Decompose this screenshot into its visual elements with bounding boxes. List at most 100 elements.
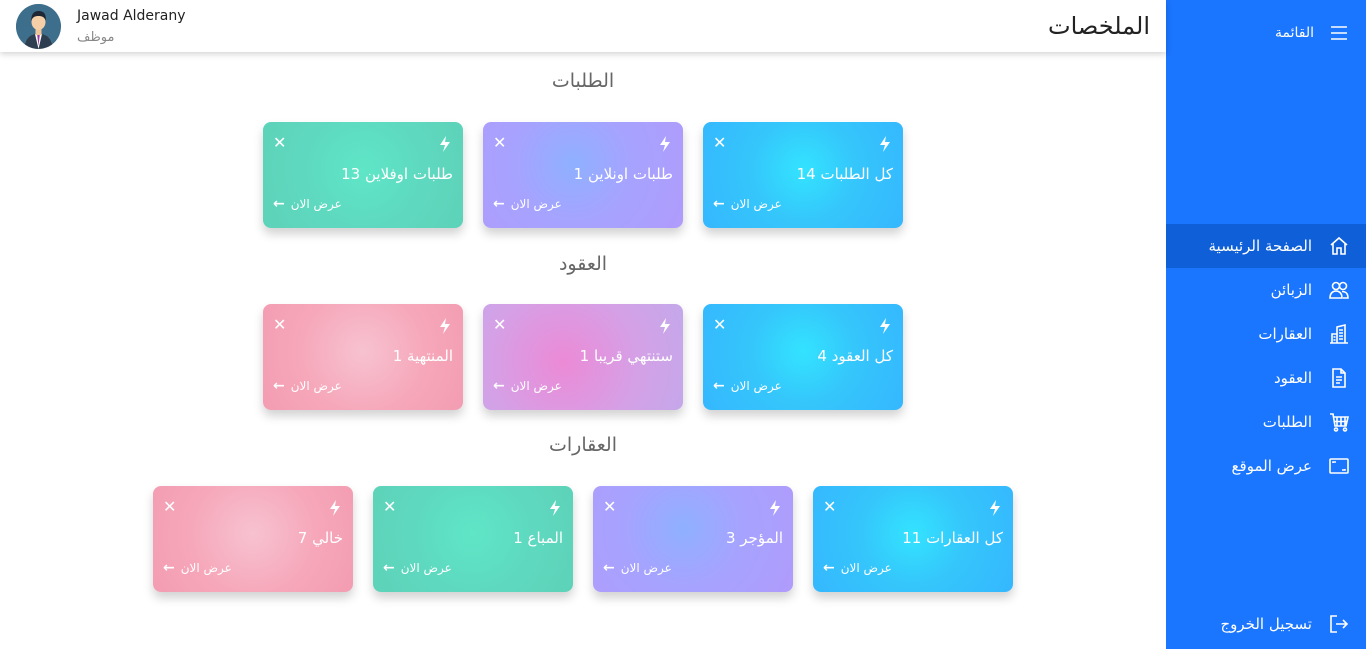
arrow-left-icon: ← bbox=[713, 196, 725, 212]
logout-icon bbox=[1328, 613, 1350, 635]
sidebar-item-label: عرض الموقع bbox=[1231, 457, 1312, 475]
sidebar-item-customers[interactable]: الزبائن bbox=[1166, 268, 1366, 312]
close-icon[interactable]: ✕ bbox=[493, 135, 506, 151]
view-now-label: عرض الان bbox=[510, 379, 562, 393]
bolt-icon bbox=[880, 318, 890, 334]
close-icon[interactable]: ✕ bbox=[823, 499, 836, 515]
user-avatar-icon bbox=[16, 4, 61, 49]
top-header: Jawad Alderany موظف الملخصات bbox=[0, 0, 1166, 52]
sidebar-item-label: الطلبات bbox=[1262, 413, 1312, 431]
close-icon[interactable]: ✕ bbox=[713, 317, 726, 333]
card-title: كل الطلبات 14 bbox=[796, 165, 893, 183]
view-now-label: عرض الان bbox=[180, 561, 232, 575]
view-now-link[interactable]: ← عرض الان bbox=[383, 560, 452, 576]
sidebar-item-label: الزبائن bbox=[1270, 281, 1312, 299]
logout-button[interactable]: تسجيل الخروج bbox=[1166, 602, 1366, 646]
sidebar-item-label: الصفحة الرئيسية bbox=[1208, 237, 1313, 255]
card-title: كل العقارات 11 bbox=[902, 529, 1003, 547]
view-now-label: عرض الان bbox=[290, 379, 342, 393]
view-now-label: عرض الان bbox=[730, 379, 782, 393]
view-now-link[interactable]: ← عرض الان bbox=[713, 196, 782, 212]
section-title-contracts: العقود bbox=[558, 253, 608, 275]
sidebar-item-orders[interactable]: الطلبات bbox=[1166, 400, 1366, 444]
monitor-icon bbox=[1328, 455, 1350, 477]
arrow-left-icon: ← bbox=[713, 378, 725, 394]
arrow-left-icon: ← bbox=[273, 378, 285, 394]
users-icon bbox=[1328, 279, 1350, 301]
logout-label: تسجيل الخروج bbox=[1220, 615, 1312, 633]
card-expiring-soon[interactable]: ✕ ستنتهي قريبا 1 ← عرض الان bbox=[483, 304, 683, 410]
close-icon[interactable]: ✕ bbox=[383, 499, 396, 515]
close-icon[interactable]: ✕ bbox=[163, 499, 176, 515]
card-rented[interactable]: ✕ المؤجر 3 ← عرض الان bbox=[593, 486, 793, 592]
building-icon bbox=[1328, 323, 1350, 345]
home-icon bbox=[1328, 235, 1350, 257]
bolt-icon bbox=[990, 500, 1000, 516]
view-now-label: عرض الان bbox=[620, 561, 672, 575]
bolt-icon bbox=[440, 318, 450, 334]
arrow-left-icon: ← bbox=[603, 560, 615, 576]
page-title: الملخصات bbox=[1047, 12, 1150, 40]
view-now-label: عرض الان bbox=[510, 197, 562, 211]
card-expired[interactable]: ✕ المنتهية 1 ← عرض الان bbox=[263, 304, 463, 410]
card-online-orders[interactable]: ✕ طلبات اونلاين 1 ← عرض الان bbox=[483, 122, 683, 228]
view-now-link[interactable]: ← عرض الان bbox=[823, 560, 892, 576]
view-now-label: عرض الان bbox=[400, 561, 452, 575]
close-icon[interactable]: ✕ bbox=[273, 135, 286, 151]
card-offline-orders[interactable]: ✕ طلبات اوفلاين 13 ← عرض الان bbox=[263, 122, 463, 228]
sidebar-item-label: العقود bbox=[1274, 369, 1312, 387]
card-title: طلبات اونلاين 1 bbox=[573, 165, 673, 183]
card-sold[interactable]: ✕ المباع 1 ← عرض الان bbox=[373, 486, 573, 592]
card-all-properties[interactable]: ✕ كل العقارات 11 ← عرض الان bbox=[813, 486, 1013, 592]
menu-label: القائمة bbox=[1275, 25, 1314, 41]
sidebar-item-contracts[interactable]: العقود bbox=[1166, 356, 1366, 400]
view-now-label: عرض الان bbox=[290, 197, 342, 211]
menu-toggle[interactable]: القائمة bbox=[1166, 20, 1366, 46]
view-now-link[interactable]: ← عرض الان bbox=[493, 196, 562, 212]
bolt-icon bbox=[880, 136, 890, 152]
bolt-icon bbox=[660, 136, 670, 152]
sidebar-item-view-site[interactable]: عرض الموقع bbox=[1166, 444, 1366, 488]
sidebar-item-home[interactable]: الصفحة الرئيسية bbox=[1166, 224, 1366, 268]
card-all-orders[interactable]: ✕ كل الطلبات 14 ← عرض الان bbox=[703, 122, 903, 228]
close-icon[interactable]: ✕ bbox=[493, 317, 506, 333]
view-now-link[interactable]: ← عرض الان bbox=[713, 378, 782, 394]
arrow-left-icon: ← bbox=[163, 560, 175, 576]
view-now-label: عرض الان bbox=[730, 197, 782, 211]
hamburger-icon bbox=[1328, 22, 1350, 44]
close-icon[interactable]: ✕ bbox=[273, 317, 286, 333]
arrow-left-icon: ← bbox=[493, 196, 505, 212]
view-now-link[interactable]: ← عرض الان bbox=[493, 378, 562, 394]
bolt-icon bbox=[550, 500, 560, 516]
bolt-icon bbox=[770, 500, 780, 516]
card-all-contracts[interactable]: ✕ كل العقود 4 ← عرض الان bbox=[703, 304, 903, 410]
card-title: طلبات اوفلاين 13 bbox=[341, 165, 453, 183]
card-title: خالي 7 bbox=[297, 529, 343, 547]
view-now-label: عرض الان bbox=[840, 561, 892, 575]
document-icon bbox=[1328, 367, 1350, 389]
card-title: المباع 1 bbox=[513, 529, 563, 547]
sidebar-item-label: العقارات bbox=[1258, 325, 1312, 343]
section-title-properties: العقارات bbox=[549, 434, 617, 456]
view-now-link[interactable]: ← عرض الان bbox=[273, 196, 342, 212]
arrow-left-icon: ← bbox=[823, 560, 835, 576]
user-name: Jawad Alderany bbox=[77, 8, 186, 24]
close-icon[interactable]: ✕ bbox=[603, 499, 616, 515]
card-title: المنتهية 1 bbox=[392, 347, 453, 365]
arrow-left-icon: ← bbox=[273, 196, 285, 212]
bolt-icon bbox=[440, 136, 450, 152]
card-title: كل العقود 4 bbox=[817, 347, 893, 365]
avatar[interactable] bbox=[16, 4, 61, 49]
bolt-icon bbox=[660, 318, 670, 334]
arrow-left-icon: ← bbox=[493, 378, 505, 394]
card-vacant[interactable]: ✕ خالي 7 ← عرض الان bbox=[153, 486, 353, 592]
arrow-left-icon: ← bbox=[383, 560, 395, 576]
close-icon[interactable]: ✕ bbox=[713, 135, 726, 151]
view-now-link[interactable]: ← عرض الان bbox=[603, 560, 672, 576]
section-title-orders: الطلبات bbox=[551, 70, 615, 92]
card-title: ستنتهي قريبا 1 bbox=[579, 347, 673, 365]
sidebar: القائمة الصفحة الرئيسية الزبائن العقارات… bbox=[1166, 0, 1366, 649]
sidebar-item-properties[interactable]: العقارات bbox=[1166, 312, 1366, 356]
view-now-link[interactable]: ← عرض الان bbox=[163, 560, 232, 576]
view-now-link[interactable]: ← عرض الان bbox=[273, 378, 342, 394]
